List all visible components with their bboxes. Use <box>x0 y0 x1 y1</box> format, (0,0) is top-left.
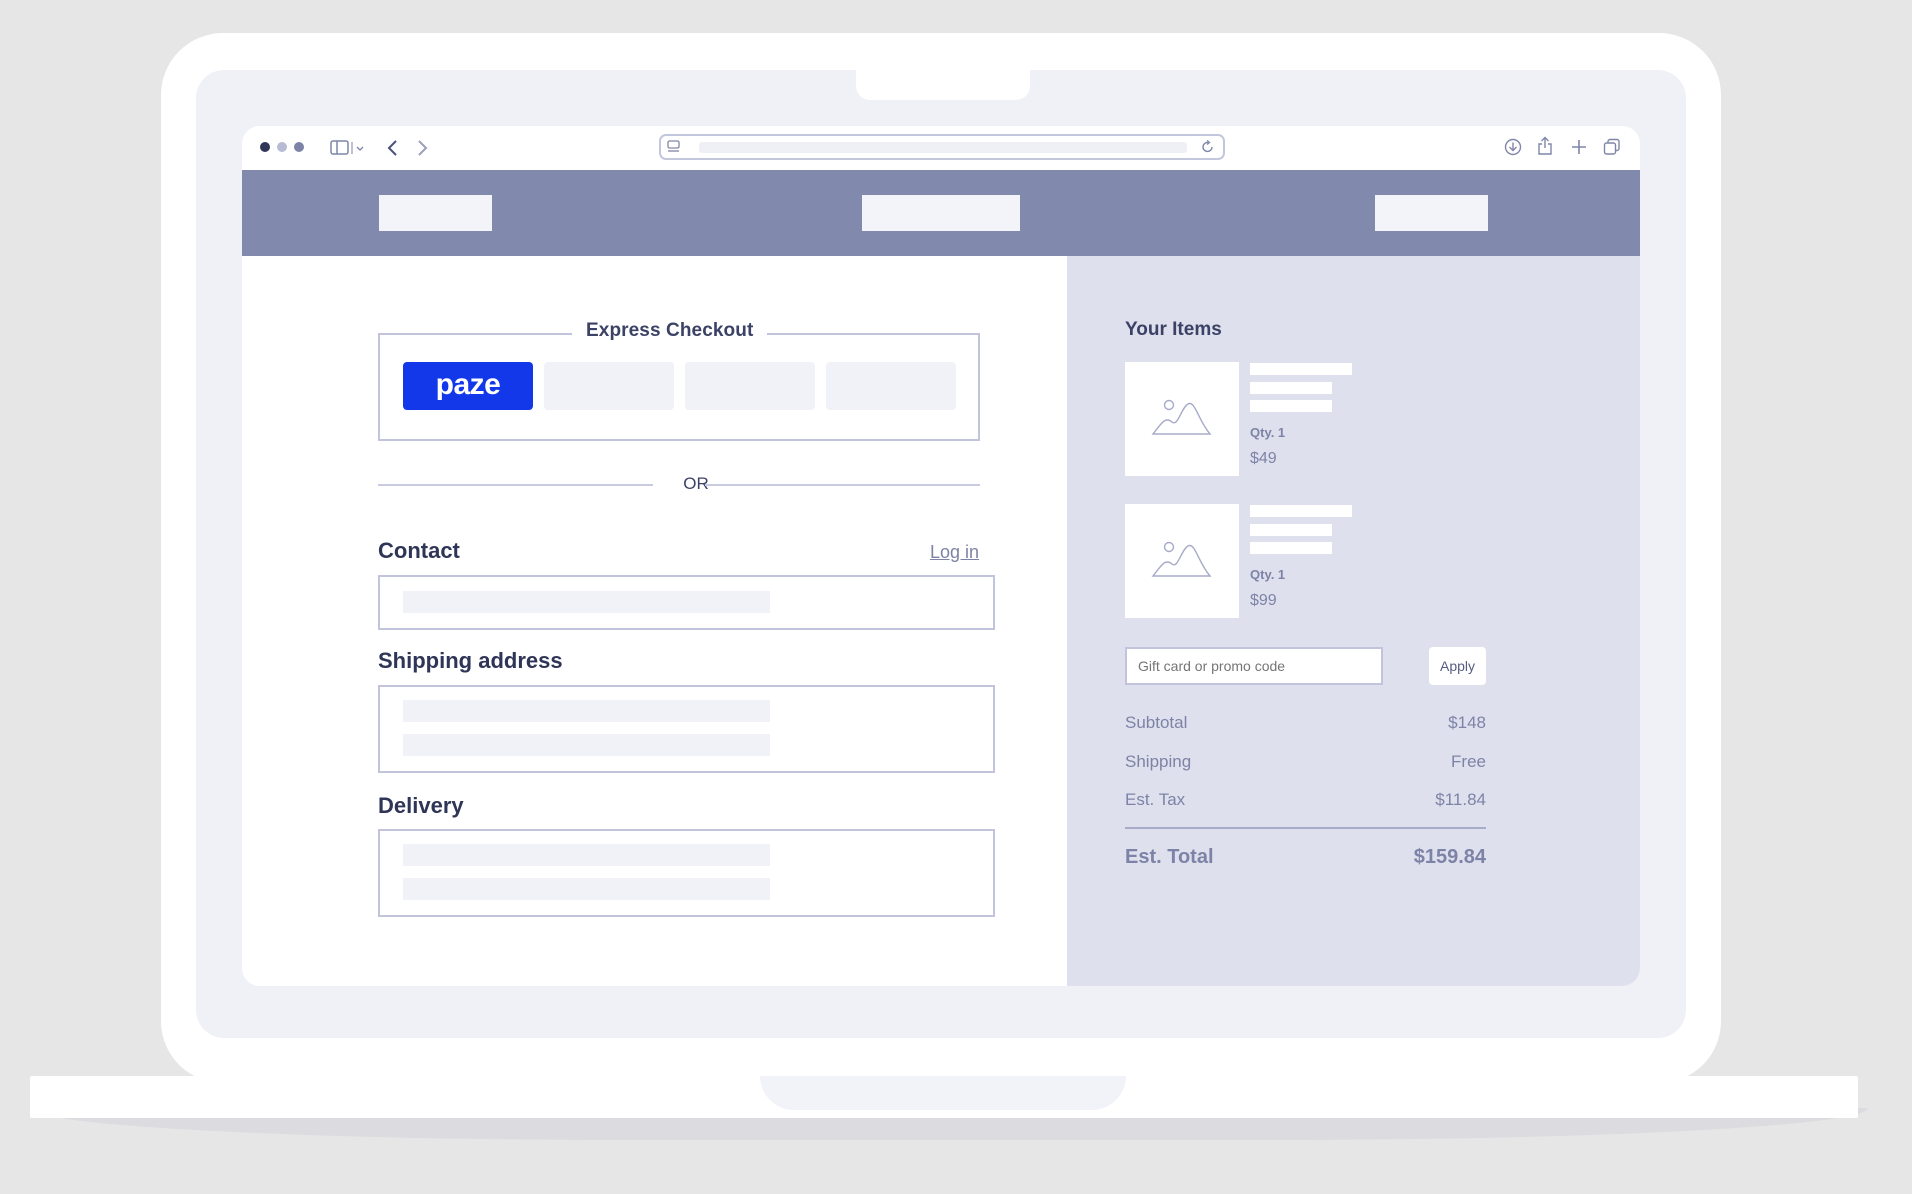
address-bar[interactable] <box>659 134 1225 160</box>
field-placeholder-line <box>403 591 770 613</box>
wallet-button-placeholder[interactable] <box>826 362 956 410</box>
site-header <box>242 170 1640 256</box>
your-items-title: Your Items <box>1125 319 1222 340</box>
login-link[interactable]: Log in <box>930 542 979 563</box>
new-tab-icon[interactable] <box>1571 139 1587 155</box>
header-logo-placeholder[interactable] <box>379 195 492 231</box>
item-name-placeholder <box>1250 524 1332 536</box>
item-name-placeholder <box>1250 505 1352 517</box>
shipping-address-title: Shipping address <box>378 648 563 673</box>
delivery-field[interactable] <box>378 829 995 917</box>
sidebar-icon[interactable] <box>330 139 370 157</box>
field-placeholder-line <box>403 700 770 722</box>
camera-notch <box>856 70 1030 100</box>
window-close-dot[interactable] <box>260 142 270 152</box>
subtotal-value: $148 <box>1448 713 1486 732</box>
item-name-placeholder <box>1250 363 1352 375</box>
shipping-label: Shipping <box>1125 752 1192 771</box>
wallet-button-placeholder[interactable] <box>685 362 815 410</box>
share-icon[interactable] <box>1537 136 1553 156</box>
checkout-form: Express Checkout paze OR Contact Log in … <box>242 256 1067 986</box>
paze-button[interactable]: paze <box>403 362 533 410</box>
browser-window: Express Checkout paze OR Contact Log in … <box>242 126 1640 986</box>
item-price: $49 <box>1250 450 1277 467</box>
total-label: Est. Total <box>1125 846 1214 868</box>
apply-button[interactable]: Apply <box>1429 647 1486 685</box>
header-cart-placeholder[interactable] <box>1375 195 1488 231</box>
item-name-placeholder <box>1250 400 1332 412</box>
or-divider-left <box>378 484 653 486</box>
image-placeholder-icon <box>1151 541 1212 577</box>
total-divider <box>1125 827 1486 829</box>
laptop-opening-notch <box>760 1076 1126 1110</box>
tax-value: $11.84 <box>1435 790 1486 809</box>
wallet-button-placeholder[interactable] <box>544 362 674 410</box>
item-name-placeholder <box>1250 542 1332 554</box>
contact-field[interactable] <box>378 575 995 630</box>
or-divider-right <box>705 484 980 486</box>
window-zoom-dot[interactable] <box>294 142 304 152</box>
shipping-address-field[interactable] <box>378 685 995 773</box>
item-name-placeholder <box>1250 382 1332 394</box>
promo-code-input[interactable] <box>1125 647 1383 685</box>
header-nav-placeholder[interactable] <box>862 195 1020 231</box>
tabs-icon[interactable] <box>1603 138 1621 156</box>
field-placeholder-line <box>403 844 770 866</box>
reload-icon[interactable] <box>1201 140 1215 154</box>
product-thumbnail[interactable] <box>1125 504 1239 618</box>
product-thumbnail[interactable] <box>1125 362 1239 476</box>
item-quantity: Qty. 1 <box>1250 567 1286 582</box>
field-placeholder-line <box>403 878 770 900</box>
tax-label: Est. Tax <box>1125 790 1186 809</box>
download-icon[interactable] <box>1504 138 1522 156</box>
item-quantity: Qty. 1 <box>1250 425 1286 440</box>
item-price: $99 <box>1250 592 1277 609</box>
contact-title: Contact <box>378 538 460 563</box>
delivery-title: Delivery <box>378 793 464 818</box>
subtotal-label: Subtotal <box>1125 713 1188 732</box>
back-chevron-icon[interactable] <box>386 139 400 157</box>
image-placeholder-icon <box>1151 399 1212 435</box>
express-checkout-title: Express Checkout <box>572 320 768 342</box>
forward-chevron-icon[interactable] <box>416 139 430 157</box>
shipping-value: Free <box>1451 752 1486 771</box>
order-summary-panel: Your Items Qty. 1 $49 Qty. 1 $99 Apply <box>1067 256 1640 986</box>
browser-toolbar <box>242 126 1640 170</box>
field-placeholder-line <box>403 734 770 756</box>
total-value: $159.84 <box>1413 846 1486 868</box>
reader-icon[interactable] <box>667 140 681 154</box>
url-text-placeholder <box>699 142 1187 153</box>
window-minimize-dot[interactable] <box>277 142 287 152</box>
